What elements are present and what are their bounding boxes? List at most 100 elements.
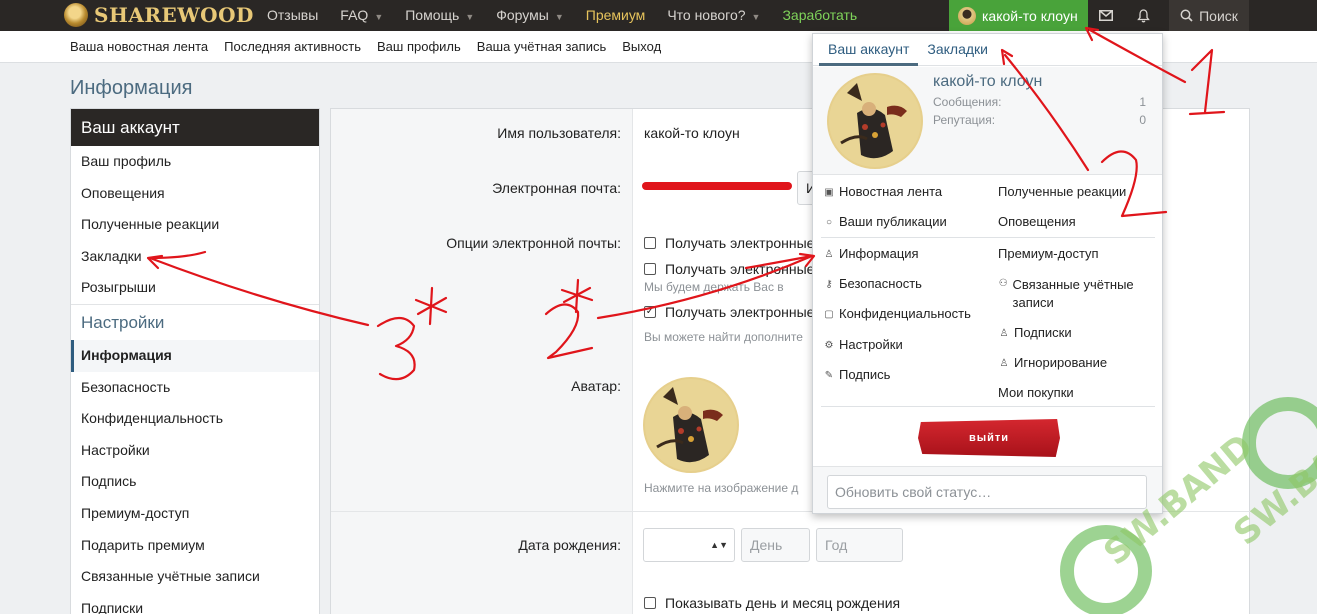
- search-icon: [1180, 9, 1193, 22]
- avatar: [643, 377, 739, 473]
- menu-item-reactions[interactable]: Полученные реакции: [998, 184, 1126, 199]
- email-option-1[interactable]: Получать электронные: [644, 235, 814, 251]
- email-more-hint: Вы можете найти дополните: [644, 330, 803, 344]
- email-option-2[interactable]: Получать электронные: [644, 261, 814, 277]
- sidebar-item-premium-access[interactable]: Премиум-доступ: [71, 498, 319, 530]
- search-label: Поиск: [1199, 7, 1238, 24]
- subnav-latest-activity[interactable]: Последняя активность: [216, 31, 369, 63]
- email-option-hint: Мы будем держать Вас в: [644, 280, 784, 294]
- email-option-3[interactable]: ✓ Получать электронные: [644, 304, 814, 320]
- chevron-down-icon: ▼: [465, 12, 475, 22]
- sidebar-item-connected-accounts[interactable]: Связанные учётные записи: [71, 561, 319, 593]
- menu-divider: [821, 406, 1155, 407]
- sidebar-item-bookmarks[interactable]: Закладки: [71, 241, 319, 273]
- checkbox[interactable]: [644, 237, 656, 249]
- avatar-image[interactable]: [643, 377, 739, 473]
- alerts-button[interactable]: [1125, 0, 1161, 31]
- sidebar-item-signature[interactable]: Подпись: [71, 466, 319, 498]
- envelope-icon: [1099, 10, 1113, 21]
- account-dropdown-menu: Ваш аккаунт Закладки какой-то клоун Сооб…: [812, 33, 1163, 514]
- subnav-your-account[interactable]: Ваша учётная запись: [469, 31, 614, 63]
- rss-icon: ▣: [824, 186, 834, 198]
- avatar-hint: Нажмите на изображение д: [644, 481, 799, 495]
- checkbox-checked[interactable]: ✓: [644, 306, 656, 318]
- sidebar-item-preferences[interactable]: Настройки: [71, 435, 319, 467]
- menu-item-following[interactable]: ♙ Подписки: [998, 325, 1072, 340]
- account-menu-button[interactable]: какой-то клоун: [949, 0, 1088, 31]
- sidebar-item-gift-premium[interactable]: Подарить премиум: [71, 530, 319, 562]
- nav-item-whats-new[interactable]: Что нового? ▼: [656, 0, 771, 31]
- sidebar-item-following[interactable]: Подписки: [71, 593, 319, 614]
- menu-item-signature[interactable]: ✎ Подпись: [823, 367, 891, 382]
- subnav-news-feed[interactable]: Ваша новостная лента: [62, 31, 216, 63]
- menu-status-footer: Обновить свой статус…: [813, 466, 1162, 513]
- stat-messages-label: Сообщения:: [933, 95, 1002, 109]
- checkbox[interactable]: [644, 597, 656, 609]
- tab-bookmarks[interactable]: Закладки: [918, 34, 997, 66]
- menu-item-alerts[interactable]: Оповещения: [998, 214, 1076, 229]
- checkbox[interactable]: [644, 263, 656, 275]
- menu-username[interactable]: какой-то клоун: [933, 73, 1042, 91]
- birthday-month-select[interactable]: ▲▼: [643, 528, 735, 562]
- logout-button[interactable]: выйти: [918, 419, 1060, 457]
- user-plus-icon: ♙: [999, 327, 1009, 339]
- chevron-down-icon: ▼: [554, 12, 564, 22]
- pen-icon: ✎: [824, 369, 834, 381]
- avatar: [958, 6, 976, 25]
- menu-item-connected-accounts[interactable]: ⚇ Связанные учётные записи: [998, 276, 1158, 312]
- top-navigation-bar: SHAREWOOD Отзывы FAQ ▼ Помощь ▼ Форумы ▼ Пр…: [0, 0, 1317, 31]
- menu-avatar[interactable]: [827, 73, 923, 169]
- menu-item-news-feed[interactable]: ▣ Новостная лента: [823, 184, 942, 199]
- key-icon: ⚷: [825, 278, 833, 290]
- show-birthday-option[interactable]: Показывать день и месяц рождения: [644, 595, 900, 611]
- sidebar-item-profile[interactable]: Ваш профиль: [71, 146, 319, 178]
- subnav-your-profile[interactable]: Ваш профиль: [369, 31, 469, 63]
- sidebar-item-information[interactable]: Информация: [71, 339, 319, 372]
- menu-item-privacy[interactable]: ▢ Конфиденциальность: [823, 306, 971, 321]
- nav-item-earn[interactable]: Заработать: [771, 0, 868, 31]
- status-update-input[interactable]: Обновить свой статус…: [827, 475, 1147, 509]
- birthday-day-input[interactable]: День: [741, 528, 810, 562]
- birthday-year-input[interactable]: Год: [816, 528, 903, 562]
- logo-text: SHAREWOOD: [94, 3, 254, 27]
- chevron-down-icon: ▼: [374, 12, 384, 22]
- menu-item-ignoring[interactable]: ♙ Игнорирование: [998, 355, 1108, 370]
- nav-item-help[interactable]: Помощь ▼: [394, 0, 485, 31]
- logo-emblem-icon: [64, 3, 88, 27]
- birthday-label: Дата рождения:: [518, 537, 621, 553]
- sidebar-item-security[interactable]: Безопасность: [71, 372, 319, 404]
- menu-item-security[interactable]: ⚷ Безопасность: [823, 276, 922, 291]
- username-label: Имя пользователя:: [497, 125, 621, 141]
- subnav-logout[interactable]: Выход: [614, 31, 669, 63]
- menu-item-your-posts[interactable]: ○ Ваши публикации: [823, 214, 947, 229]
- menu-item-preferences[interactable]: ⚙ Настройки: [823, 337, 903, 352]
- redacted-email-scribble: [642, 182, 792, 190]
- menu-item-premium-access[interactable]: Премиум-доступ: [998, 246, 1099, 261]
- sidebar-item-privacy[interactable]: Конфиденциальность: [71, 403, 319, 435]
- chevron-down-icon: ▼: [751, 12, 761, 22]
- menu-divider: [821, 237, 1155, 238]
- main-nav: Отзывы FAQ ▼ Помощь ▼ Форумы ▼ Премиум Что …: [256, 0, 868, 31]
- menu-item-purchases[interactable]: Мои покупки: [998, 385, 1074, 400]
- tab-your-account[interactable]: Ваш аккаунт: [819, 34, 919, 66]
- sidebar-item-giveaways[interactable]: Розыгрыши: [71, 272, 319, 304]
- comment-icon: ○: [825, 216, 833, 228]
- nav-item-reviews[interactable]: Отзывы: [256, 0, 329, 31]
- sidebar-item-reactions[interactable]: Полученные реакции: [71, 209, 319, 241]
- stat-reputation-label: Репутация:: [933, 113, 996, 127]
- avatar-label: Аватар:: [571, 378, 621, 394]
- conversations-button[interactable]: [1088, 0, 1124, 31]
- sidebar-account-title: Ваш аккаунт: [71, 109, 319, 146]
- nav-item-forums[interactable]: Форумы ▼: [485, 0, 575, 31]
- site-logo[interactable]: SHAREWOOD: [64, 3, 254, 27]
- nav-item-faq[interactable]: FAQ ▼: [329, 0, 394, 31]
- sidebar-item-alerts[interactable]: Оповещения: [71, 178, 319, 210]
- username-value: какой-то клоун: [644, 125, 740, 141]
- search-button[interactable]: Поиск: [1169, 0, 1249, 31]
- lock-icon: ▢: [824, 308, 834, 320]
- menu-tabs: Ваш аккаунт Закладки: [813, 34, 1162, 66]
- avatar: [827, 73, 923, 169]
- page-title: Информация: [70, 77, 193, 99]
- menu-item-information[interactable]: ♙ Информация: [823, 246, 919, 261]
- nav-item-premium[interactable]: Премиум: [575, 0, 657, 31]
